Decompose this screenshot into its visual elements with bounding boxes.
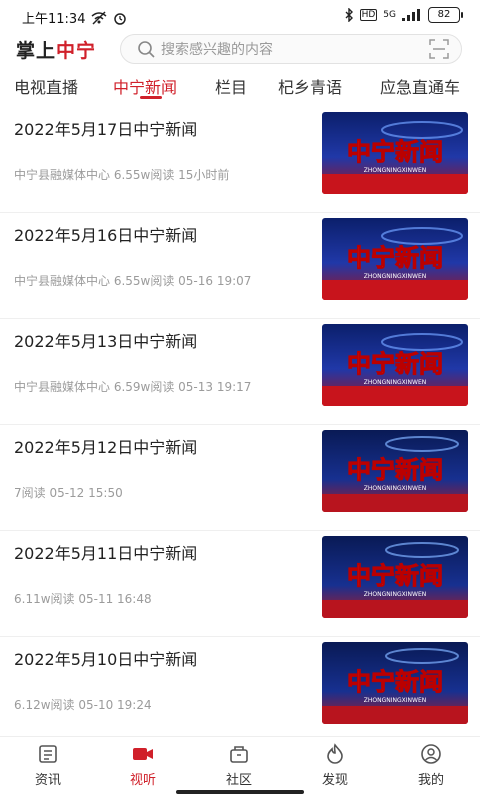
- news-item[interactable]: 2022年5月16日中宁新闻 中宁县融媒体中心 6.55w阅读 05-16 19…: [0, 212, 480, 319]
- tab-columns[interactable]: 栏目: [215, 74, 247, 98]
- nav-discover[interactable]: 发现: [305, 743, 365, 788]
- news-meta: 中宁县融媒体中心 6.55w阅读 15小时前: [14, 168, 230, 182]
- tab-zhongning-news[interactable]: 中宁新闻: [113, 74, 177, 98]
- news-thumbnail[interactable]: 中宁新闻 ZHONGNINGXINWEN: [322, 536, 468, 618]
- news-meta: 7阅读 05-12 15:50: [14, 486, 123, 500]
- news-title: 2022年5月13日中宁新闻: [14, 332, 198, 351]
- search-placeholder: 搜索感兴趣的内容: [161, 42, 273, 58]
- hd-icon: HD: [359, 9, 378, 21]
- tab-emergency[interactable]: 应急直通车: [380, 74, 460, 98]
- profile-icon: [421, 744, 441, 764]
- news-meta: 中宁县融媒体中心 6.59w阅读 05-13 19:17: [14, 380, 252, 394]
- nav-video[interactable]: 视听: [113, 743, 173, 788]
- nav-profile[interactable]: 我的: [401, 743, 461, 788]
- news-title: 2022年5月17日中宁新闻: [14, 120, 198, 139]
- search-icon: [138, 41, 155, 58]
- category-tabs: 电视直播 中宁新闻 栏目 杞乡青语 应急直通车: [0, 70, 480, 106]
- search-input[interactable]: 搜索感兴趣的内容: [120, 34, 462, 64]
- logo-text-red: 中宁: [56, 40, 97, 62]
- discover-icon: [327, 743, 343, 764]
- thumb-subtitle: ZHONGNINGXINWEN: [364, 379, 426, 386]
- thumb-title: 中宁新闻: [347, 138, 443, 166]
- news-item[interactable]: 2022年5月11日中宁新闻 6.11w阅读 05-11 16:48 中宁新闻 …: [0, 530, 480, 637]
- community-icon: [230, 746, 248, 763]
- news-item[interactable]: 2022年5月17日中宁新闻 中宁县融媒体中心 6.55w阅读 15小时前 中宁…: [0, 106, 480, 213]
- news-meta: 6.11w阅读 05-11 16:48: [14, 592, 152, 606]
- nav-video-label: 视听: [129, 773, 156, 788]
- nav-profile-label: 我的: [417, 773, 444, 788]
- news-item[interactable]: 2022年5月10日中宁新闻 6.12w阅读 05-10 19:24 中宁新闻 …: [0, 636, 480, 743]
- bluetooth-icon: [345, 8, 353, 22]
- thumb-subtitle: ZHONGNINGXINWEN: [364, 485, 426, 492]
- status-bar: 上午11:34 HD 5G 82: [0, 0, 480, 32]
- tab-qixiang-youth[interactable]: 杞乡青语: [278, 74, 342, 98]
- news-title: 2022年5月10日中宁新闻: [14, 650, 198, 669]
- signal-icon: [402, 9, 420, 21]
- thumb-title: 中宁新闻: [347, 668, 443, 696]
- thumb-title: 中宁新闻: [347, 244, 443, 272]
- thumb-title: 中宁新闻: [347, 350, 443, 378]
- news-title: 2022年5月12日中宁新闻: [14, 438, 198, 457]
- news-title: 2022年5月16日中宁新闻: [14, 226, 198, 245]
- logo-text: 掌上: [16, 40, 57, 62]
- news-meta: 6.12w阅读 05-10 19:24: [14, 698, 152, 712]
- nav-news[interactable]: 资讯: [18, 743, 78, 788]
- battery-icon: 82: [428, 7, 463, 23]
- wifi-off-icon: [91, 10, 107, 25]
- news-item[interactable]: 2022年5月13日中宁新闻 中宁县融媒体中心 6.59w阅读 05-13 19…: [0, 318, 480, 425]
- news-title: 2022年5月11日中宁新闻: [14, 544, 198, 563]
- nav-discover-label: 发现: [321, 773, 348, 788]
- tab-tv-live[interactable]: 电视直播: [14, 74, 78, 98]
- thumb-subtitle: ZHONGNINGXINWEN: [364, 273, 426, 280]
- thumb-subtitle: ZHONGNINGXINWEN: [364, 697, 426, 704]
- thumb-title: 中宁新闻: [347, 456, 443, 484]
- home-indicator[interactable]: [176, 790, 304, 794]
- news-thumbnail[interactable]: 中宁新闻 ZHONGNINGXINWEN: [322, 218, 468, 300]
- alarm-icon: [114, 12, 127, 25]
- nav-news-label: 资讯: [34, 773, 61, 788]
- status-time: 上午11:34: [22, 12, 86, 27]
- active-tab-indicator: [140, 96, 162, 99]
- thumb-title: 中宁新闻: [347, 562, 443, 590]
- app-logo: 掌上中宁: [16, 36, 96, 63]
- news-icon: [39, 745, 57, 763]
- nav-community[interactable]: 社区: [209, 743, 269, 788]
- news-thumbnail[interactable]: 中宁新闻 ZHONGNINGXINWEN: [322, 112, 468, 194]
- news-thumbnail[interactable]: 中宁新闻 ZHONGNINGXINWEN: [322, 430, 468, 512]
- news-item[interactable]: 2022年5月12日中宁新闻 7阅读 05-12 15:50 中宁新闻 ZHON…: [0, 424, 480, 531]
- thumb-subtitle: ZHONGNINGXINWEN: [364, 591, 426, 598]
- battery-level: 82: [437, 9, 451, 20]
- video-icon: [133, 748, 153, 760]
- nav-community-label: 社区: [225, 773, 252, 788]
- news-meta: 中宁县融媒体中心 6.55w阅读 05-16 19:07: [14, 274, 252, 288]
- network-type: 5G: [383, 10, 396, 20]
- app-header: 掌上中宁 搜索感兴趣的内容: [0, 32, 480, 64]
- news-thumbnail[interactable]: 中宁新闻 ZHONGNINGXINWEN: [322, 642, 468, 724]
- scan-icon[interactable]: [429, 39, 449, 59]
- news-thumbnail[interactable]: 中宁新闻 ZHONGNINGXINWEN: [322, 324, 468, 406]
- thumb-subtitle: ZHONGNINGXINWEN: [364, 167, 426, 174]
